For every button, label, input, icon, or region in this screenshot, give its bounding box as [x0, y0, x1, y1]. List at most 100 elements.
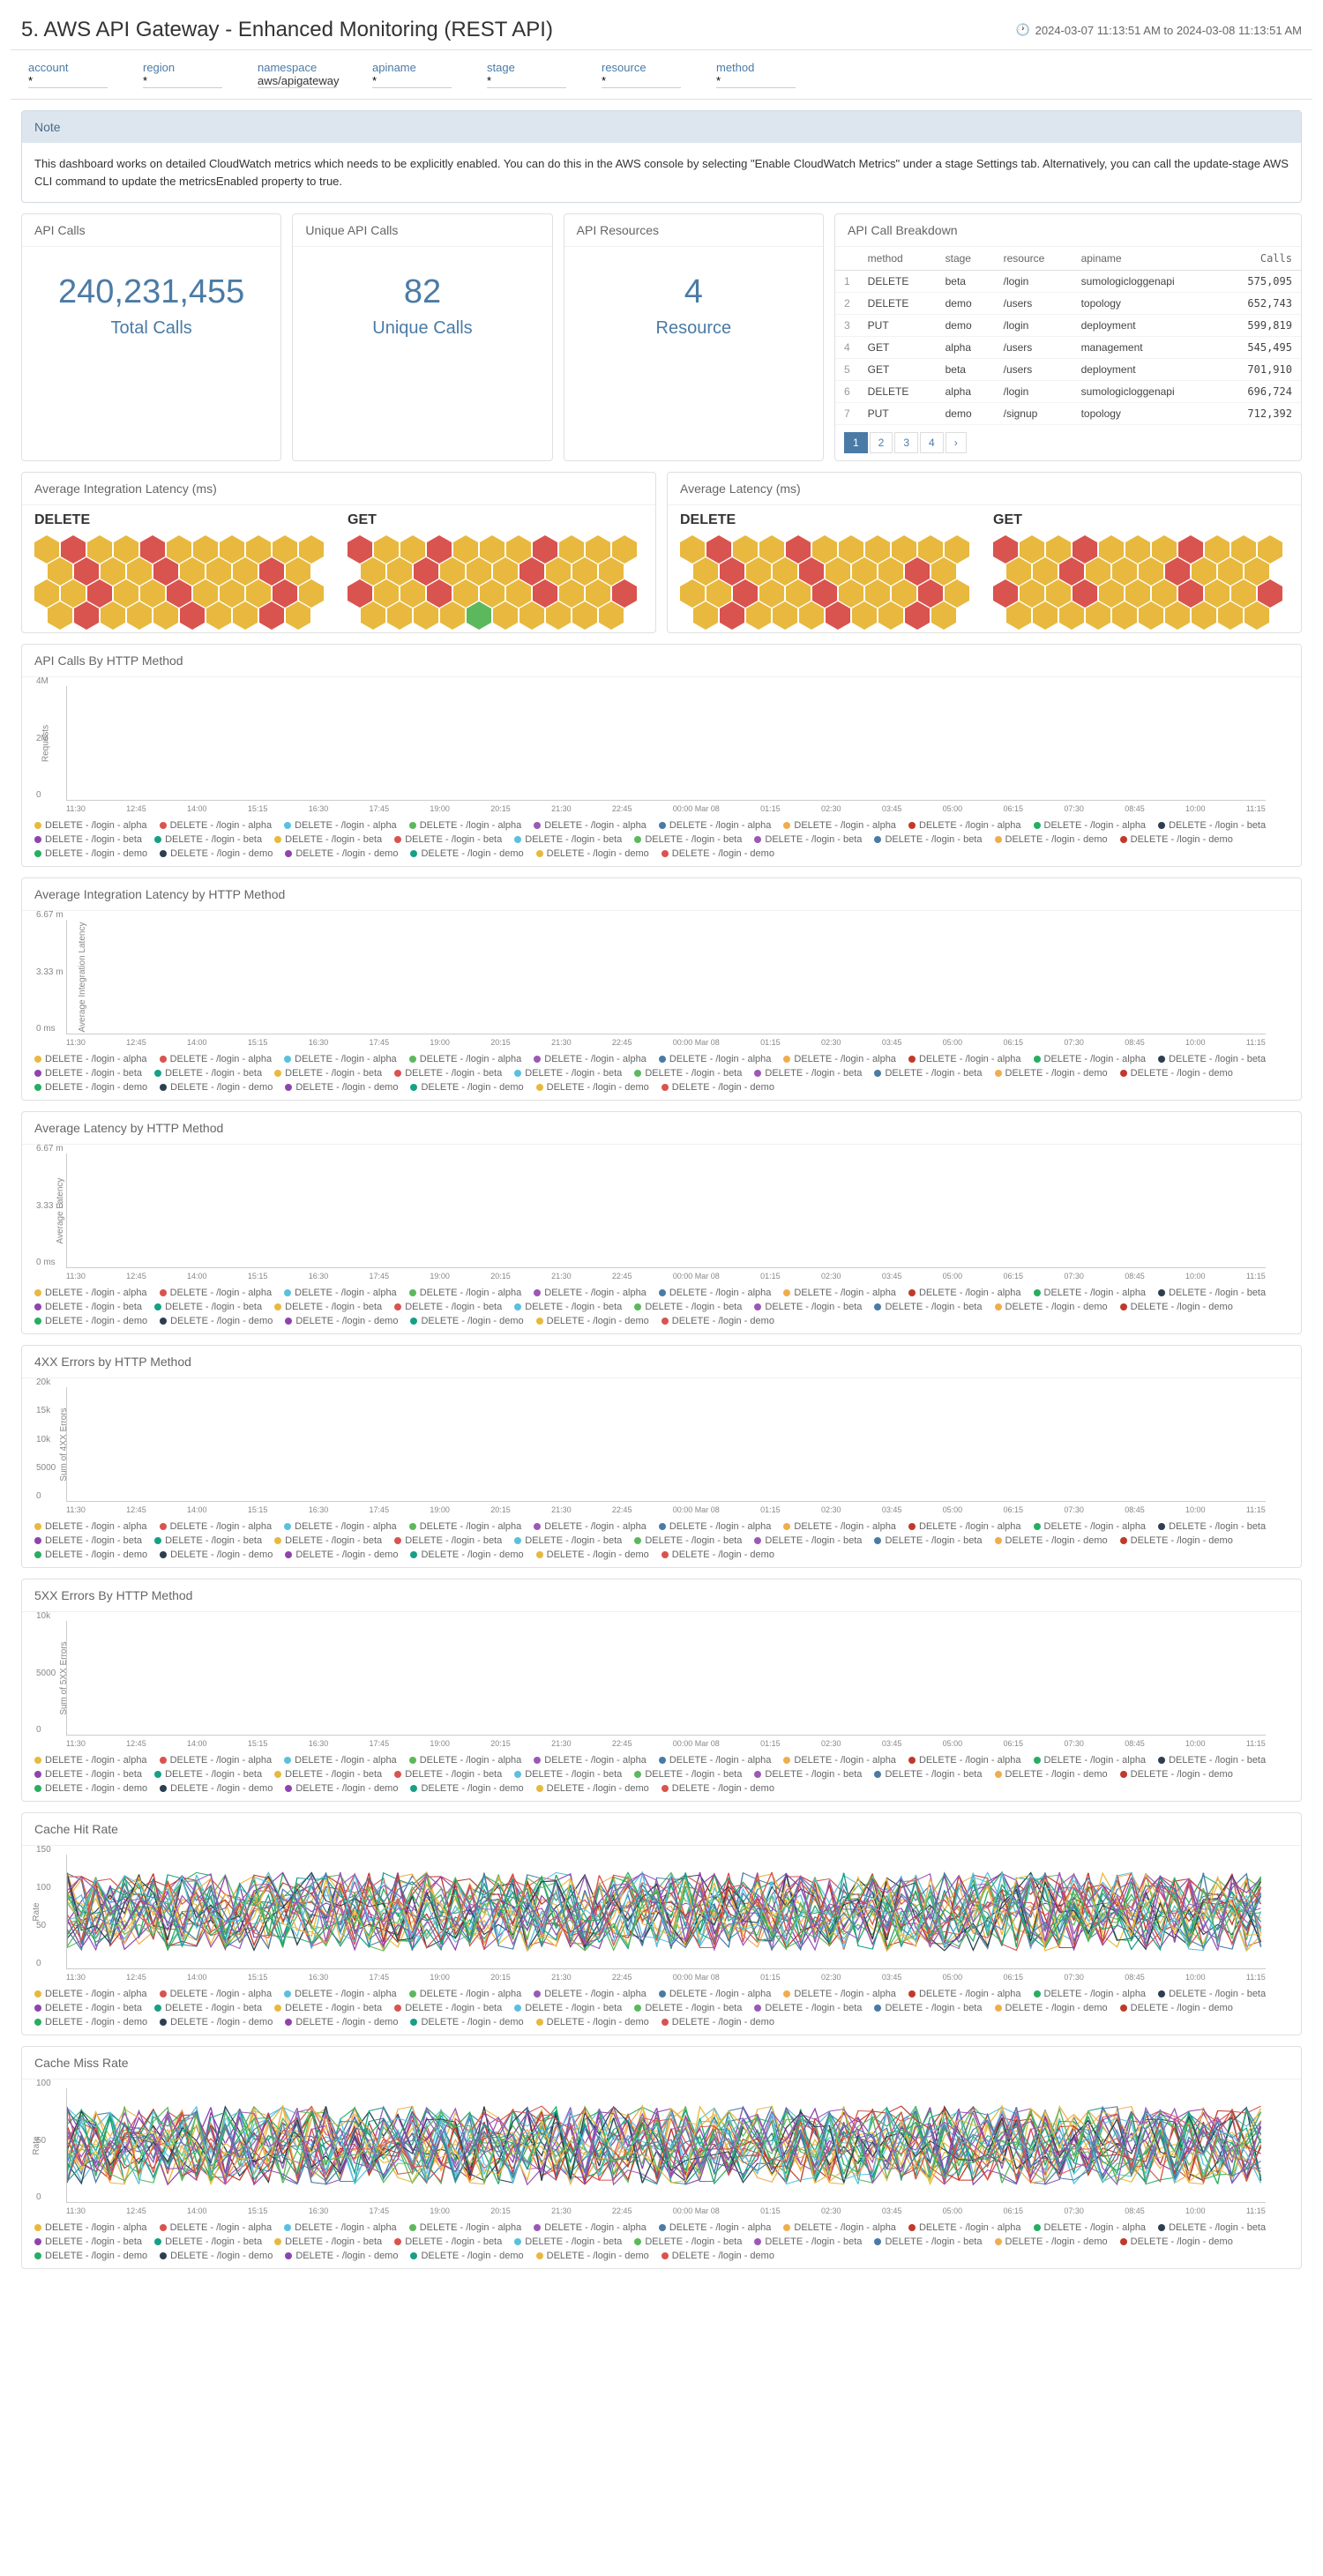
legend-item[interactable]: DELETE - /login - beta: [274, 2236, 382, 2247]
legend-item[interactable]: DELETE - /login - demo: [662, 1082, 774, 1093]
filter-apiname[interactable]: apiname: [372, 61, 452, 88]
hex-cell[interactable]: [206, 601, 231, 630]
legend-item[interactable]: DELETE - /login - alpha: [908, 1989, 1021, 1999]
legend-item[interactable]: DELETE - /login - beta: [754, 2236, 862, 2247]
legend-item[interactable]: DELETE - /login - alpha: [160, 1521, 273, 1532]
filter-account[interactable]: account: [28, 61, 108, 88]
legend-item[interactable]: DELETE - /login - demo: [536, 1783, 649, 1794]
legend-item[interactable]: DELETE - /login - demo: [662, 2017, 774, 2027]
legend-item[interactable]: DELETE - /login - beta: [754, 1302, 862, 1312]
legend-item[interactable]: DELETE - /login - demo: [995, 1535, 1108, 1546]
legend-item[interactable]: DELETE - /login - alpha: [534, 1054, 647, 1064]
legend-item[interactable]: DELETE - /login - demo: [995, 1769, 1108, 1780]
legend-item[interactable]: DELETE - /login - beta: [34, 1535, 142, 1546]
legend-item[interactable]: DELETE - /login - beta: [874, 834, 982, 845]
legend-item[interactable]: DELETE - /login - demo: [34, 2017, 147, 2027]
legend-item[interactable]: DELETE - /login - alpha: [160, 2222, 273, 2233]
legend-item[interactable]: DELETE - /login - beta: [154, 1302, 262, 1312]
legend-item[interactable]: DELETE - /login - alpha: [34, 1755, 147, 1766]
legend-item[interactable]: DELETE - /login - alpha: [284, 2222, 397, 2233]
legend-item[interactable]: DELETE - /login - demo: [160, 2251, 273, 2261]
col-resource[interactable]: resource: [995, 247, 1073, 271]
hex-cell[interactable]: [878, 601, 903, 630]
hex-cell[interactable]: [746, 601, 771, 630]
legend-item[interactable]: DELETE - /login - alpha: [1034, 820, 1147, 831]
hex-cell[interactable]: [1245, 601, 1269, 630]
hex-cell[interactable]: [101, 601, 125, 630]
legend-item[interactable]: DELETE - /login - alpha: [284, 1288, 397, 1298]
legend-item[interactable]: DELETE - /login - demo: [995, 834, 1108, 845]
legend-item[interactable]: DELETE - /login - alpha: [659, 1054, 772, 1064]
hex-cell[interactable]: [48, 601, 72, 630]
table-row[interactable]: 5GETbeta/usersdeployment701,910: [835, 359, 1301, 381]
legend-item[interactable]: DELETE - /login - beta: [874, 2236, 982, 2247]
hex-cell[interactable]: [852, 601, 877, 630]
hex-cell[interactable]: [1006, 601, 1031, 630]
legend-item[interactable]: DELETE - /login - beta: [754, 2003, 862, 2013]
col-method[interactable]: method: [859, 247, 937, 271]
legend-item[interactable]: DELETE - /login - beta: [1158, 1989, 1266, 1999]
table-row[interactable]: 7PUTdemo/signuptopology712,392: [835, 403, 1301, 425]
page-2[interactable]: 2: [870, 432, 893, 453]
legend-item[interactable]: DELETE - /login - alpha: [34, 1054, 147, 1064]
legend-item[interactable]: DELETE - /login - alpha: [783, 1521, 896, 1532]
chart-body[interactable]: Sum of 5XX Errors0500010k: [66, 1621, 1266, 1736]
legend-item[interactable]: DELETE - /login - alpha: [534, 820, 647, 831]
legend-item[interactable]: DELETE - /login - alpha: [783, 2222, 896, 2233]
legend-item[interactable]: DELETE - /login - alpha: [908, 2222, 1021, 2233]
legend-item[interactable]: DELETE - /login - demo: [410, 1549, 523, 1560]
legend-item[interactable]: DELETE - /login - beta: [154, 2003, 262, 2013]
legend-item[interactable]: DELETE - /login - beta: [874, 1068, 982, 1079]
legend-item[interactable]: DELETE - /login - beta: [754, 834, 862, 845]
hex-cell[interactable]: [74, 601, 99, 630]
legend-item[interactable]: DELETE - /login - beta: [1158, 820, 1266, 831]
legend-item[interactable]: DELETE - /login - alpha: [908, 1521, 1021, 1532]
legend-item[interactable]: DELETE - /login - alpha: [659, 1755, 772, 1766]
page-›[interactable]: ›: [946, 432, 967, 453]
legend-item[interactable]: DELETE - /login - demo: [34, 1082, 147, 1093]
legend-item[interactable]: DELETE - /login - beta: [154, 834, 262, 845]
hex-cell[interactable]: [599, 601, 624, 630]
legend-item[interactable]: DELETE - /login - demo: [160, 1549, 273, 1560]
legend-item[interactable]: DELETE - /login - beta: [1158, 1288, 1266, 1298]
legend-item[interactable]: DELETE - /login - alpha: [534, 1755, 647, 1766]
table-row[interactable]: 1DELETEbeta/loginsumologicloggenapi575,0…: [835, 271, 1301, 293]
filter-resource[interactable]: resource: [602, 61, 681, 88]
hex-cell[interactable]: [259, 601, 284, 630]
legend-item[interactable]: DELETE - /login - demo: [34, 1549, 147, 1560]
legend-item[interactable]: DELETE - /login - demo: [410, 2017, 523, 2027]
hex-cell[interactable]: [153, 601, 178, 630]
legend-item[interactable]: DELETE - /login - beta: [874, 2003, 982, 2013]
hex-cell[interactable]: [467, 601, 491, 630]
hex-cell[interactable]: [1033, 601, 1058, 630]
legend-item[interactable]: DELETE - /login - beta: [394, 2003, 502, 2013]
legend-item[interactable]: DELETE - /login - demo: [160, 1316, 273, 1326]
legend-item[interactable]: DELETE - /login - demo: [995, 2003, 1108, 2013]
legend-item[interactable]: DELETE - /login - beta: [1158, 1054, 1266, 1064]
legend-item[interactable]: DELETE - /login - alpha: [659, 2222, 772, 2233]
legend-item[interactable]: DELETE - /login - beta: [514, 1769, 622, 1780]
hex-cell[interactable]: [773, 601, 797, 630]
chart-body[interactable]: Rate050100150: [66, 1855, 1266, 1969]
filter-value[interactable]: [487, 74, 566, 88]
legend-item[interactable]: DELETE - /login - alpha: [34, 1521, 147, 1532]
hex-cell[interactable]: [572, 601, 597, 630]
legend-item[interactable]: DELETE - /login - demo: [285, 1549, 398, 1560]
filter-method[interactable]: method: [716, 61, 796, 88]
legend-item[interactable]: DELETE - /login - demo: [536, 1316, 649, 1326]
hex-cell[interactable]: [440, 601, 465, 630]
legend-item[interactable]: DELETE - /login - alpha: [34, 2222, 147, 2233]
legend-item[interactable]: DELETE - /login - beta: [754, 1535, 862, 1546]
legend-item[interactable]: DELETE - /login - alpha: [34, 1989, 147, 1999]
legend-item[interactable]: DELETE - /login - alpha: [659, 1288, 772, 1298]
legend-item[interactable]: DELETE - /login - demo: [285, 1082, 398, 1093]
legend-item[interactable]: DELETE - /login - demo: [34, 848, 147, 859]
legend-item[interactable]: DELETE - /login - alpha: [1034, 1989, 1147, 1999]
legend-item[interactable]: DELETE - /login - alpha: [534, 1288, 647, 1298]
legend-item[interactable]: DELETE - /login - beta: [154, 1769, 262, 1780]
hex-cell[interactable]: [127, 601, 152, 630]
legend-item[interactable]: DELETE - /login - beta: [514, 834, 622, 845]
legend-item[interactable]: DELETE - /login - demo: [995, 2236, 1108, 2247]
legend-item[interactable]: DELETE - /login - demo: [662, 1549, 774, 1560]
legend-item[interactable]: DELETE - /login - demo: [285, 1783, 398, 1794]
